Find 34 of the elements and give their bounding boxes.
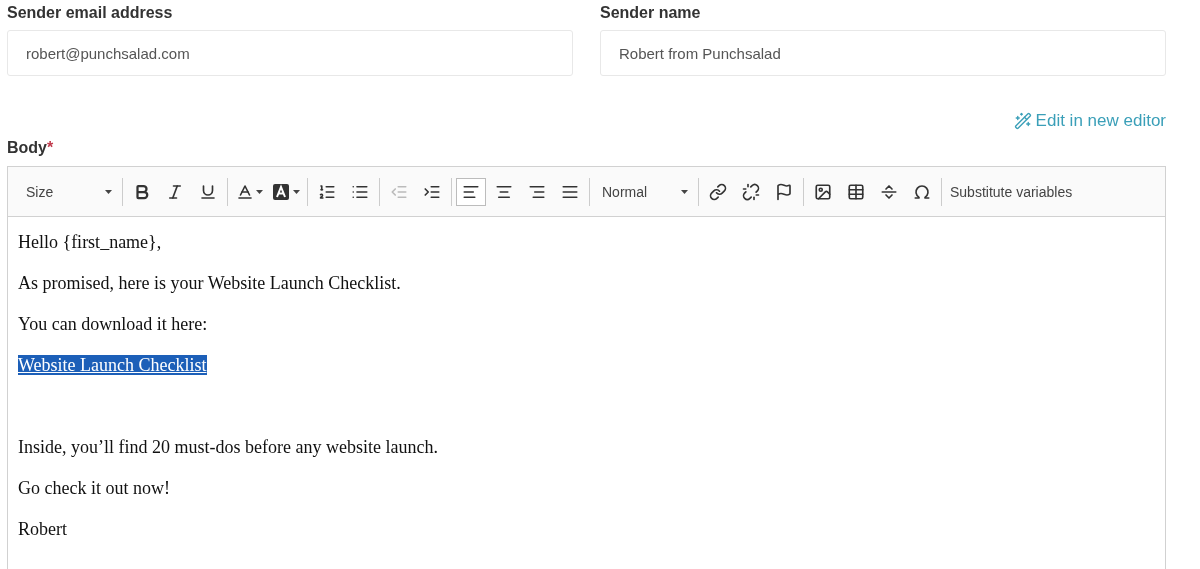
numbered-list-icon [318, 182, 336, 201]
horizontal-rule-icon [880, 182, 898, 201]
substitute-variables-button[interactable]: Substitute variables [946, 177, 1077, 206]
underline-icon [199, 182, 217, 201]
link-icon [709, 182, 727, 201]
dropdown[interactable]: Size [18, 177, 118, 206]
field-label: Sender name [600, 3, 702, 23]
body-paragraph: Go check it out now! [18, 477, 171, 500]
image-icon [814, 182, 832, 201]
table-icon [847, 182, 865, 201]
dropdown[interactable]: Normal [594, 177, 694, 206]
body-paragraph: Robert [18, 518, 68, 541]
input-field[interactable]: Robert from Punchsalad [600, 30, 1166, 76]
body-label: Body* [7, 139, 55, 158]
italic-icon [166, 182, 184, 201]
unlink-icon [742, 182, 760, 201]
body-paragraph: Inside, you’ll find 20 must-dos before any website launch. [18, 436, 439, 459]
input-field[interactable]: robert@punchsalad.com [7, 30, 573, 76]
text-color-icon [235, 182, 254, 201]
flag-icon [775, 182, 793, 201]
background-color-icon [272, 183, 291, 200]
caret-icon [105, 189, 112, 194]
body-paragraph: As promised, here is your Website Launch Checklist. [18, 272, 402, 295]
field-label: Sender email address [7, 3, 174, 23]
body-paragraph: You can download it here: [18, 313, 209, 336]
document-link[interactable]: Website Launch Checklist [18, 355, 207, 375]
align-left-button[interactable] [456, 177, 486, 206]
bold-icon [133, 182, 151, 201]
omega-icon [913, 182, 931, 201]
caret-icon [681, 189, 688, 194]
caret-icon [255, 189, 263, 194]
magic-wand-icon [1013, 112, 1032, 130]
caret-icon [292, 189, 300, 194]
body-paragraph: Hello {first_name}, [18, 231, 163, 254]
